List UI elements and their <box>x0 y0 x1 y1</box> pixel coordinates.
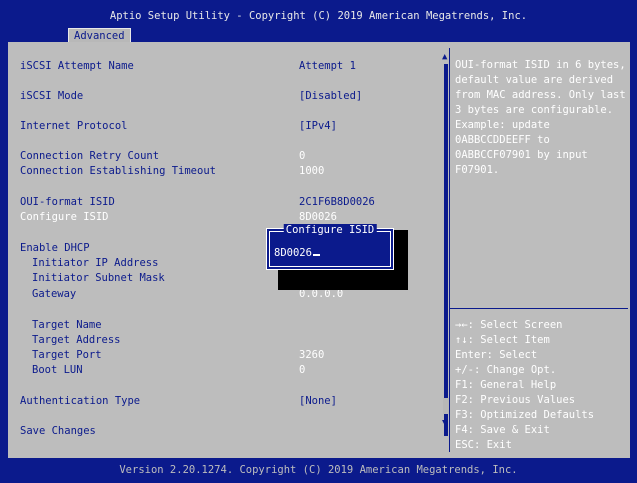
help-text: OUI-format ISID in 6 bytes, default valu… <box>455 59 626 176</box>
setting-save-changes-label[interactable]: Save Changes <box>20 425 96 438</box>
dialog-title: Configure ISID <box>283 224 377 237</box>
setting-gateway-label[interactable]: Gateway <box>20 288 76 301</box>
setting-target-port-label[interactable]: Target Port <box>20 349 102 362</box>
key-help-enter: Enter: Select <box>455 349 538 361</box>
footer-bar: Version 2.20.1274. Copyright (C) 2019 Am… <box>0 458 637 483</box>
dialog-frame: Configure ISID 8D0026 <box>269 224 391 267</box>
setting-connection-retry-count-value[interactable]: 0 <box>299 150 305 163</box>
setting-iscsi-mode-value[interactable]: [Disabled] <box>299 90 362 103</box>
help-divider <box>450 308 628 309</box>
scrollbar[interactable] <box>444 64 448 436</box>
setting-target-address-label[interactable]: Target Address <box>20 334 121 347</box>
setting-iscsi-attempt-name-label[interactable]: iSCSI Attempt Name <box>20 60 134 73</box>
setting-authentication-type-value[interactable]: [None] <box>299 395 337 408</box>
configure-isid-dialog[interactable]: Configure ISID 8D0026 <box>266 224 394 270</box>
setting-boot-lun-value[interactable]: 0 <box>299 364 305 377</box>
setting-authentication-type-label[interactable]: Authentication Type <box>20 395 140 408</box>
setting-target-name-label[interactable]: Target Name <box>20 319 102 332</box>
setting-internet-protocol-value[interactable]: [IPv4] <box>299 120 337 133</box>
setting-iscsi-attempt-name-value[interactable]: Attempt 1 <box>299 60 356 73</box>
panel-divider <box>449 48 450 452</box>
setting-target-port-value[interactable]: 3260 <box>299 349 324 362</box>
scroll-up-arrow-icon[interactable]: ▲ <box>442 52 447 62</box>
key-help-select-screen: →←: Select Screen <box>455 319 563 331</box>
tab-advanced[interactable]: Advanced <box>68 28 131 43</box>
setting-internet-protocol-label[interactable]: Internet Protocol <box>20 120 127 133</box>
key-help-save-exit: F4: Save & Exit <box>455 424 550 436</box>
key-help-optimized-defaults: F3: Optimized Defaults <box>455 409 595 421</box>
setting-connection-timeout-value[interactable]: 1000 <box>299 165 324 178</box>
setting-configure-isid-value[interactable]: 8D0026 <box>299 211 337 224</box>
key-help-esc-exit: ESC: Exit <box>455 439 512 451</box>
text-cursor <box>312 254 320 256</box>
key-help-general-help: F1: General Help <box>455 379 557 391</box>
setting-enable-dhcp-label[interactable]: Enable DHCP <box>20 242 90 255</box>
setting-connection-timeout-label[interactable]: Connection Establishing Timeout <box>20 165 216 178</box>
key-help-select-item: ↑↓: Select Item <box>455 334 550 346</box>
scroll-down-arrow-icon[interactable]: ▼ <box>442 418 447 428</box>
setting-oui-format-isid-value: 2C1F6B8D0026 <box>299 196 375 208</box>
key-help-list: →←: Select Screen ↑↓: Select Item Enter:… <box>455 318 627 453</box>
bios-setup-screen: Aptio Setup Utility - Copyright (C) 2019… <box>0 0 637 483</box>
setting-iscsi-mode-label[interactable]: iSCSI Mode <box>20 90 83 103</box>
footer-version-text: Version 2.20.1274. Copyright (C) 2019 Am… <box>119 464 518 476</box>
setting-initiator-subnet-mask-label[interactable]: Initiator Subnet Mask <box>20 272 165 285</box>
setting-configure-isid-label[interactable]: Configure ISID <box>20 211 109 224</box>
app-title: Aptio Setup Utility - Copyright (C) 2019… <box>109 10 528 22</box>
setting-oui-format-isid-label: OUI-format ISID <box>20 196 115 208</box>
setting-boot-lun-label[interactable]: Boot LUN <box>20 364 83 377</box>
isid-input-value[interactable]: 8D0026 <box>274 247 312 259</box>
key-help-change-opt: +/-: Change Opt. <box>455 364 557 376</box>
key-help-previous-values: F2: Previous Values <box>455 394 576 406</box>
title-bar: Aptio Setup Utility - Copyright (C) 2019… <box>0 0 637 43</box>
isid-input[interactable]: 8D0026 <box>274 247 320 260</box>
setting-connection-retry-count-label[interactable]: Connection Retry Count <box>20 150 159 163</box>
setting-initiator-ip-address-label[interactable]: Initiator IP Address <box>20 257 158 270</box>
